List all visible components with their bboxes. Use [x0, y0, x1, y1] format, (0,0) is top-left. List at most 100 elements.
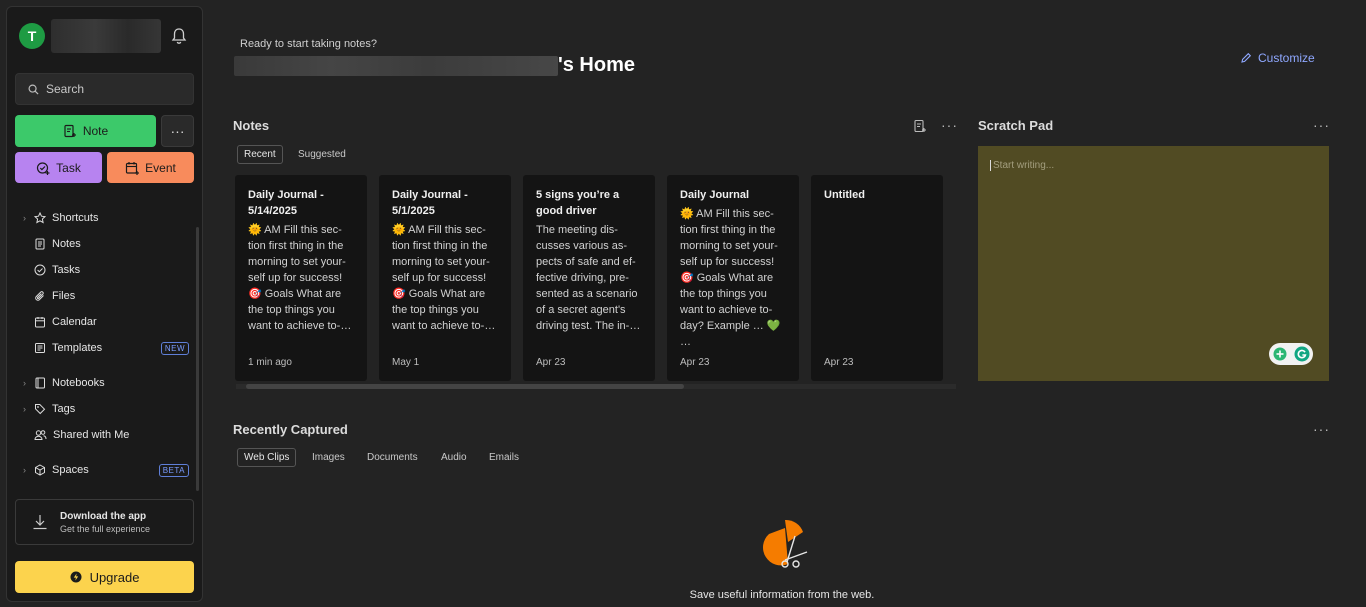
notes-options-button[interactable]: ··· [941, 117, 958, 133]
tab-recent[interactable]: Recent [237, 145, 283, 164]
sidebar-item-label: Notes [52, 238, 81, 250]
sidebar-item-notes[interactable]: Notes [7, 231, 197, 257]
scrollbar-thumb[interactable] [246, 384, 684, 389]
scratch-pad-title: Scratch Pad [978, 118, 1054, 133]
tab-web-clips[interactable]: Web Clips [237, 448, 297, 467]
note-card[interactable]: Daily Journal 🌞 AM Fill this sec-tion fi… [667, 175, 799, 381]
star-icon [34, 212, 46, 224]
notes-horizontal-scrollbar[interactable] [236, 384, 956, 389]
sidebar: T Search Note ··· Task Event › Shortcuts… [6, 6, 203, 602]
sidebar-item-shared-with-me[interactable]: Shared with Me [7, 422, 197, 448]
note-card[interactable]: Daily Journal - 5/1/2025 🌞 AM Fill this … [379, 175, 511, 381]
more-create-options-button[interactable]: ··· [161, 115, 194, 147]
note-card-date: Apr 23 [536, 357, 566, 368]
recently-captured-title: Recently Captured [233, 422, 348, 437]
note-card-date: 1 min ago [248, 357, 292, 368]
tab-documents[interactable]: Documents [361, 448, 424, 467]
new-note-icon[interactable] [913, 119, 927, 133]
note-card-date: Apr 23 [680, 357, 710, 368]
task-check-icon [34, 264, 46, 276]
page-title: 's Home [558, 54, 636, 76]
download-icon [33, 515, 47, 530]
users-icon [34, 430, 47, 440]
new-task-button[interactable]: Task [15, 152, 102, 183]
sidebar-item-label: Tasks [52, 264, 81, 276]
download-text: Download the app Get the full experience [60, 511, 150, 534]
note-card-date: Apr 23 [824, 357, 854, 368]
search-input[interactable]: Search [15, 73, 194, 105]
scratch-pad-placeholder: Start writing... [990, 160, 1054, 171]
sidebar-item-shortcuts[interactable]: › Shortcuts [7, 205, 197, 231]
note-icon [35, 238, 45, 250]
notes-widget-title[interactable]: Notes [233, 118, 269, 133]
chevron-right-icon[interactable]: › [23, 213, 26, 223]
sidebar-item-label: Templates [52, 342, 103, 354]
note-card[interactable]: Untitled Apr 23 [811, 175, 943, 381]
upgrade-label: Upgrade [89, 569, 140, 585]
search-icon [28, 84, 39, 95]
tab-emails[interactable]: Emails [483, 448, 525, 467]
calendar-icon [35, 317, 45, 328]
chevron-right-icon[interactable]: › [23, 465, 26, 475]
note-card-title: Untitled [824, 189, 865, 201]
scratch-pad-editor[interactable]: Start writing... [978, 146, 1329, 381]
sidebar-item-tasks[interactable]: Tasks [7, 257, 197, 283]
grammarly-widget[interactable] [1269, 343, 1313, 365]
sidebar-item-spaces[interactable]: › Spaces BETA [7, 457, 197, 483]
scratch-pad-options-button[interactable]: ··· [1313, 117, 1330, 133]
grammarly-icon [1294, 346, 1309, 362]
tab-images[interactable]: Images [306, 448, 351, 467]
chevron-right-icon[interactable]: › [23, 404, 26, 414]
cube-icon [35, 464, 45, 476]
sidebar-nav: › Shortcuts Notes Tasks Files Calendar T… [7, 205, 197, 483]
home-title-blurred-name [234, 56, 558, 76]
sidebar-item-tags[interactable]: › Tags [7, 396, 197, 422]
sidebar-scrollbar[interactable] [196, 227, 199, 491]
bell-icon[interactable] [171, 27, 187, 45]
sidebar-item-label: Shortcuts [52, 212, 99, 224]
note-card[interactable]: 5 signs you’re a good driver The meeting… [523, 175, 655, 381]
note-card-snippet: 🌞 AM Fill this sec-tion first thing in t… [680, 208, 781, 348]
new-event-label: Event [145, 160, 176, 175]
tab-audio[interactable]: Audio [435, 448, 473, 467]
new-badge: NEW [160, 341, 189, 355]
tab-suggested[interactable]: Suggested [292, 145, 352, 164]
note-card-snippet: 🌞 AM Fill this sec-tion first thing in t… [248, 224, 352, 332]
chevron-right-icon[interactable]: › [23, 378, 26, 388]
sidebar-item-label: Calendar [52, 316, 97, 328]
note-card-title: Daily Journal - 5/14/2025 [248, 189, 324, 217]
new-note-button[interactable]: Note [15, 115, 156, 147]
sidebar-item-label: Files [52, 290, 76, 302]
greeting-text: Ready to start taking notes? [240, 38, 377, 50]
note-card[interactable]: Daily Journal - 5/14/2025 🌞 AM Fill this… [235, 175, 367, 381]
sidebar-item-templates[interactable]: Templates NEW [7, 335, 197, 361]
pencil-icon [1241, 52, 1252, 63]
sidebar-item-files[interactable]: Files [7, 283, 197, 309]
avatar[interactable]: T [19, 23, 45, 49]
sidebar-item-calendar[interactable]: Calendar [7, 309, 197, 335]
beta-badge: BETA [158, 463, 189, 477]
note-card-snippet: The meeting dis-cusses various as-pects … [536, 224, 641, 332]
account-name-blurred[interactable] [51, 19, 161, 53]
calendar-plus-icon [126, 161, 140, 175]
note-card-title: Daily Journal - 5/1/2025 [392, 189, 468, 217]
new-note-label: Note [82, 124, 109, 138]
download-subtitle: Get the full experience [60, 523, 151, 534]
sidebar-item-label: Tags [52, 403, 76, 415]
template-icon [35, 343, 45, 353]
customize-button[interactable]: Customize [1240, 51, 1315, 65]
web-clip-scissors-icon [762, 519, 808, 568]
new-note-icon [64, 124, 76, 138]
search-label: Search [46, 82, 85, 96]
paperclip-icon [35, 291, 44, 301]
customize-label: Customize [1258, 51, 1315, 65]
note-card-date: May 1 [392, 357, 420, 368]
recently-captured-options-button[interactable]: ··· [1313, 421, 1330, 437]
sidebar-item-label: Notebooks [52, 377, 105, 389]
download-app-banner[interactable]: Download the app Get the full experience [15, 499, 194, 545]
note-card-snippet: 🌞 AM Fill this sec-tion first thing in t… [392, 224, 496, 332]
new-event-button[interactable]: Event [107, 152, 194, 183]
sidebar-item-notebooks[interactable]: › Notebooks [7, 370, 197, 396]
